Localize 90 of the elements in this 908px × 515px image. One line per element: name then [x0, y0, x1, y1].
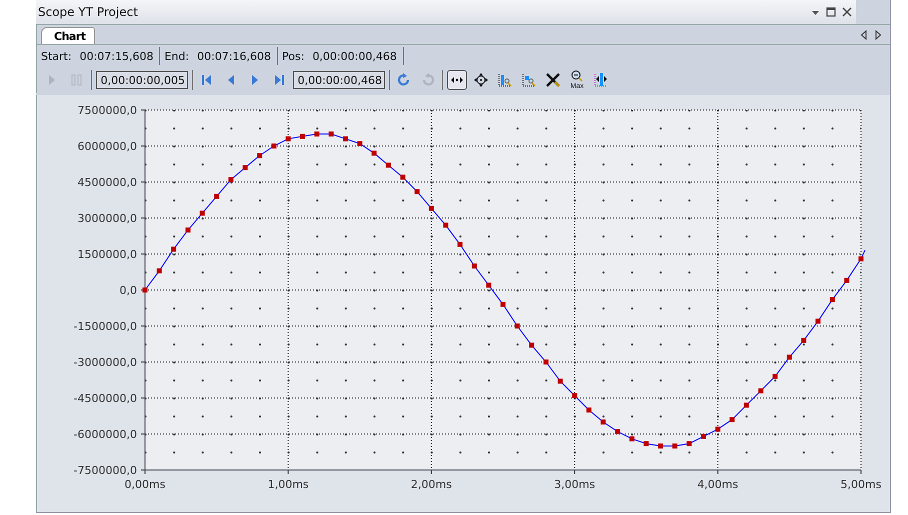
data-point [644, 441, 649, 446]
scroll-right-icon[interactable] [874, 30, 882, 40]
data-point [156, 268, 162, 274]
data-point [472, 264, 477, 268]
data-point [414, 189, 420, 194]
close-icon[interactable] [842, 7, 852, 17]
info-label: Pos: [282, 50, 304, 62]
data-point [343, 136, 348, 142]
data-point [715, 426, 720, 432]
cursor-icon [593, 72, 609, 88]
y-tick-label: 3000000,0 [78, 212, 137, 225]
scroll-left-icon[interactable] [860, 30, 868, 40]
data-point [242, 165, 248, 170]
data-point [372, 150, 377, 156]
y-tick-label: -1500000,0 [74, 320, 137, 333]
data-point [686, 441, 692, 446]
data-point [544, 360, 548, 364]
data-point [772, 374, 778, 379]
info-label: Start: [41, 50, 72, 62]
x-tick-label: 5,00ms [840, 478, 882, 491]
data-point [600, 420, 606, 424]
data-point [171, 246, 176, 252]
data-point [186, 228, 190, 232]
x-tick-label: 4,00ms [697, 478, 738, 491]
data-point [458, 242, 462, 247]
data-point [271, 144, 276, 148]
y-tick-label: -4500000,0 [74, 392, 137, 405]
y-tick-label: 7500000,0 [78, 104, 137, 117]
data-point [200, 210, 205, 216]
data-point [257, 153, 262, 158]
data-point [400, 174, 406, 180]
data-point [658, 444, 663, 448]
data-point [572, 393, 578, 398]
data-point [586, 408, 592, 412]
data-point [830, 297, 835, 302]
info-label: End: [164, 50, 190, 62]
data-point [801, 338, 806, 343]
data-point [514, 324, 520, 328]
data-point [286, 136, 291, 142]
horizontal-arrows-button[interactable] [447, 70, 467, 90]
data-point [701, 434, 706, 439]
data-point [314, 132, 320, 136]
data-point [228, 177, 234, 182]
info-value: 00:07:16,608 [197, 50, 272, 62]
tab[interactable]: Chart [41, 27, 95, 44]
data-point [500, 302, 506, 307]
data-point [758, 388, 764, 394]
data-point [529, 342, 534, 348]
data-point [142, 288, 148, 292]
crossed-tools-icon [545, 72, 561, 88]
chart-zoom-icon [497, 72, 513, 88]
x-tick-label: 0,00ms [124, 478, 166, 491]
data-point [328, 132, 334, 136]
y-tick-label: 6000000,0 [78, 140, 137, 153]
data-point [558, 378, 563, 384]
window-title: Scope YT Project [38, 5, 138, 19]
x-tick-label: 3,00ms [554, 478, 596, 491]
data-point [786, 354, 792, 360]
data-point [300, 134, 305, 139]
x-tick-label: 1,00ms [268, 478, 309, 491]
move-icon [473, 72, 489, 88]
data-point [672, 444, 678, 448]
y-tick-label: 1500000,0 [78, 248, 137, 261]
x-tick-label: 2,00ms [410, 478, 452, 491]
y-tick-label: 0,0 [120, 284, 137, 297]
maximize-icon[interactable] [826, 7, 836, 17]
refresh-icon [396, 72, 412, 88]
data-point [357, 141, 362, 146]
data-point [443, 222, 448, 228]
redo-icon [420, 72, 436, 88]
data-point [844, 278, 850, 283]
y-tick-label: 4500000,0 [78, 176, 137, 189]
data-point [730, 417, 735, 422]
time-field[interactable]: 0,00:00:00,468 [293, 71, 385, 89]
data-point [629, 436, 634, 442]
data-point [858, 256, 864, 262]
data-point [486, 282, 492, 288]
data-point [214, 194, 220, 199]
info-value: 0,00:00:00,468 [312, 50, 397, 62]
data-point [744, 402, 749, 408]
y-tick-label: -7500000,0 [74, 464, 137, 477]
data-point [386, 162, 391, 168]
chart-zoom-icon [521, 72, 537, 88]
data-point [615, 429, 620, 434]
data-point [816, 318, 820, 324]
info-value: 00:07:15,608 [80, 50, 154, 62]
y-tick-label: -3000000,0 [74, 356, 137, 369]
y-tick-label: -6000000,0 [74, 428, 137, 441]
data-point [428, 206, 434, 211]
time-field[interactable]: 0,00:00:00,005 [96, 71, 188, 89]
